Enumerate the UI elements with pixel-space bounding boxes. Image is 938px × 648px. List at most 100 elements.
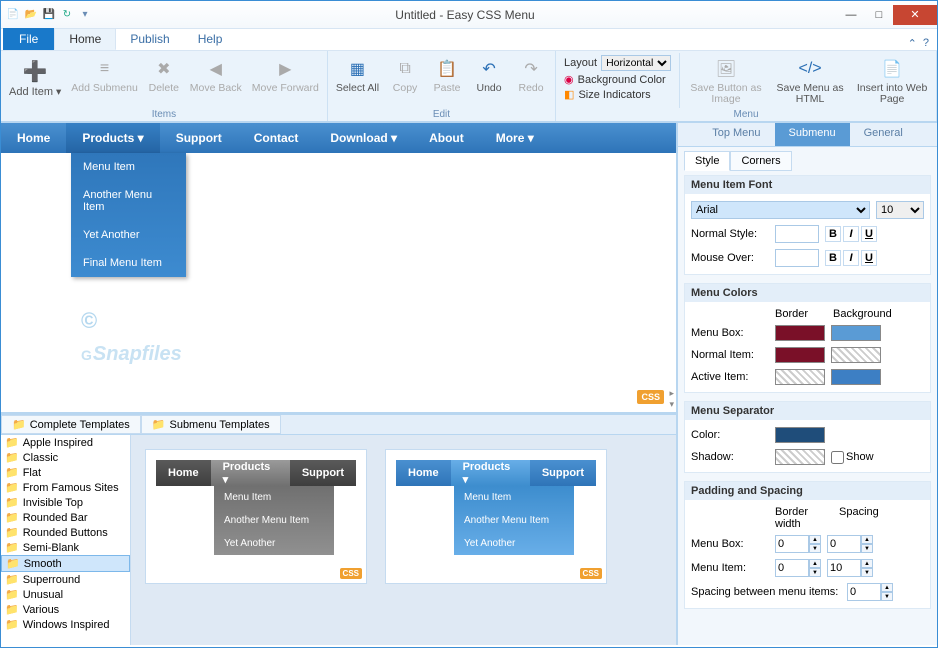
- font-size-select[interactable]: 10: [876, 201, 924, 219]
- publish-tab[interactable]: Publish: [116, 28, 183, 50]
- underline-button[interactable]: U: [861, 226, 877, 242]
- normal-style-input[interactable]: [775, 225, 819, 243]
- delete-button[interactable]: ✖Delete: [144, 53, 184, 108]
- qat-refresh-icon[interactable]: ↻: [59, 7, 75, 23]
- show-shadow-checkbox[interactable]: [831, 451, 844, 464]
- ribbon-help-icon[interactable]: ?: [923, 37, 929, 50]
- font-section: Menu Item Font Arial 10 Normal Style: B …: [684, 175, 931, 275]
- preview-menu-item[interactable]: Support: [160, 123, 238, 153]
- menuitem-spacing[interactable]: ▲▼: [827, 559, 873, 577]
- move-forward-button[interactable]: ▶Move Forward: [248, 53, 323, 108]
- template-thumb-blue[interactable]: HomeProducts ▾Support Menu ItemAnother M…: [385, 449, 607, 584]
- submenu-tab[interactable]: Submenu: [775, 123, 850, 146]
- normal-bg-swatch[interactable]: [831, 347, 881, 363]
- menuitem-border-width[interactable]: ▲▼: [775, 559, 821, 577]
- main-area: HomeProducts ▾SupportContactDownload ▾Ab…: [1, 123, 937, 645]
- qat-open-icon[interactable]: 📂: [23, 7, 39, 23]
- template-folder-list: 📁Apple Inspired📁Classic📁Flat📁From Famous…: [1, 435, 131, 645]
- folder-item[interactable]: 📁Superround: [1, 572, 130, 587]
- bg-color-option[interactable]: ◉Background Color: [564, 73, 671, 86]
- folder-item[interactable]: 📁Smooth: [1, 555, 130, 572]
- preview-menu-item[interactable]: About: [413, 123, 480, 153]
- folder-item[interactable]: 📁From Famous Sites: [1, 480, 130, 495]
- preview-submenu-item[interactable]: Menu Item: [71, 153, 186, 181]
- bold-button[interactable]: B: [825, 226, 841, 242]
- style-subtab[interactable]: Style: [684, 151, 730, 171]
- save-menu-html[interactable]: </>Save Menu as HTML: [770, 53, 850, 108]
- home-tab[interactable]: Home: [54, 28, 116, 50]
- preview-submenu-item[interactable]: Yet Another: [71, 221, 186, 249]
- qat-dropdown-icon[interactable]: ▾: [77, 7, 93, 23]
- layout-select[interactable]: Horizontal: [601, 55, 671, 71]
- top-menu-tab[interactable]: Top Menu: [698, 123, 774, 146]
- menu-preview: HomeProducts ▾SupportContactDownload ▾Ab…: [1, 123, 676, 415]
- menubox-bg-swatch[interactable]: [831, 325, 881, 341]
- qat-new-icon[interactable]: 📄: [5, 7, 21, 23]
- folder-item[interactable]: 📁Apple Inspired: [1, 435, 130, 450]
- preview-menu-item[interactable]: Download ▾: [314, 123, 413, 153]
- folder-item[interactable]: 📁Windows Inspired: [1, 617, 130, 632]
- insert-web-page[interactable]: 📄Insert into Web Page: [852, 53, 932, 108]
- separator-section: Menu Separator Color: Shadow: Show: [684, 401, 931, 473]
- italic-button[interactable]: I: [843, 226, 859, 242]
- maximize-button[interactable]: □: [865, 5, 893, 25]
- folder-item[interactable]: 📁Flat: [1, 465, 130, 480]
- menubox-border-swatch[interactable]: [775, 325, 825, 341]
- preview-submenu: Menu ItemAnother Menu ItemYet AnotherFin…: [71, 153, 186, 277]
- close-button[interactable]: ✕: [893, 5, 937, 25]
- folder-item[interactable]: 📁Semi-Blank: [1, 540, 130, 555]
- mouseover-style-input[interactable]: [775, 249, 819, 267]
- minimize-button[interactable]: —: [837, 5, 865, 25]
- italic-hover-button[interactable]: I: [843, 250, 859, 266]
- corners-subtab[interactable]: Corners: [730, 151, 791, 171]
- general-tab[interactable]: General: [850, 123, 917, 146]
- padding-section: Padding and Spacing Border widthSpacing …: [684, 481, 931, 609]
- folder-item[interactable]: 📁Classic: [1, 450, 130, 465]
- menubox-border-width[interactable]: ▲▼: [775, 535, 821, 553]
- template-tab[interactable]: 📁Complete Templates: [1, 415, 141, 434]
- bold-hover-button[interactable]: B: [825, 250, 841, 266]
- css-badge: CSS: [637, 390, 664, 404]
- preview-submenu-item[interactable]: Final Menu Item: [71, 249, 186, 277]
- preview-menu-item[interactable]: More ▾: [480, 123, 550, 153]
- separator-color-swatch[interactable]: [775, 427, 825, 443]
- folder-item[interactable]: 📁Rounded Buttons: [1, 525, 130, 540]
- preview-menu-item[interactable]: Home: [1, 123, 66, 153]
- normal-border-swatch[interactable]: [775, 347, 825, 363]
- add-submenu-button[interactable]: ≡Add Submenu: [67, 53, 142, 108]
- folder-item[interactable]: 📁Invisible Top: [1, 495, 130, 510]
- add-item-button[interactable]: ➕Add Item ▾: [5, 53, 65, 108]
- preview-submenu-item[interactable]: Another Menu Item: [71, 181, 186, 221]
- preview-menu-item[interactable]: Products ▾: [66, 123, 159, 153]
- window-buttons: — □ ✕: [837, 5, 937, 25]
- template-tab[interactable]: 📁Submenu Templates: [141, 415, 281, 434]
- preview-menu-item[interactable]: Contact: [238, 123, 315, 153]
- undo-button[interactable]: ↶Undo: [469, 53, 509, 108]
- size-indicators-option[interactable]: ◧Size Indicators: [564, 88, 671, 101]
- save-button-image[interactable]: 🖼Save Button as Image: [684, 53, 768, 108]
- template-thumb-dark[interactable]: HomeProducts ▾Support Menu ItemAnother M…: [145, 449, 367, 584]
- left-pane: HomeProducts ▾SupportContactDownload ▾Ab…: [1, 123, 677, 645]
- move-back-button[interactable]: ◀Move Back: [186, 53, 246, 108]
- ribbon-collapse-icon[interactable]: ⌃: [908, 37, 917, 50]
- window-title: Untitled - Easy CSS Menu: [93, 8, 837, 22]
- redo-button[interactable]: ↷Redo: [511, 53, 551, 108]
- paste-button[interactable]: 📋Paste: [427, 53, 467, 108]
- qat-save-icon[interactable]: 💾: [41, 7, 57, 23]
- separator-shadow-swatch[interactable]: [775, 449, 825, 465]
- between-items-spacing[interactable]: ▲▼: [847, 583, 893, 601]
- menubox-spacing[interactable]: ▲▼: [827, 535, 873, 553]
- font-family-select[interactable]: Arial: [691, 201, 870, 219]
- underline-hover-button[interactable]: U: [861, 250, 877, 266]
- active-bg-swatch[interactable]: [831, 369, 881, 385]
- folder-item[interactable]: 📁Unusual: [1, 587, 130, 602]
- scroll-indicator[interactable]: ▸▾: [669, 388, 674, 410]
- file-tab[interactable]: File: [3, 28, 54, 50]
- templates-panel: 📁Apple Inspired📁Classic📁Flat📁From Famous…: [1, 435, 676, 645]
- copy-button[interactable]: ⧉Copy: [385, 53, 425, 108]
- help-tab[interactable]: Help: [184, 28, 237, 50]
- select-all-button[interactable]: ▦Select All: [332, 53, 383, 108]
- folder-item[interactable]: 📁Rounded Bar: [1, 510, 130, 525]
- folder-item[interactable]: 📁Various: [1, 602, 130, 617]
- active-border-swatch[interactable]: [775, 369, 825, 385]
